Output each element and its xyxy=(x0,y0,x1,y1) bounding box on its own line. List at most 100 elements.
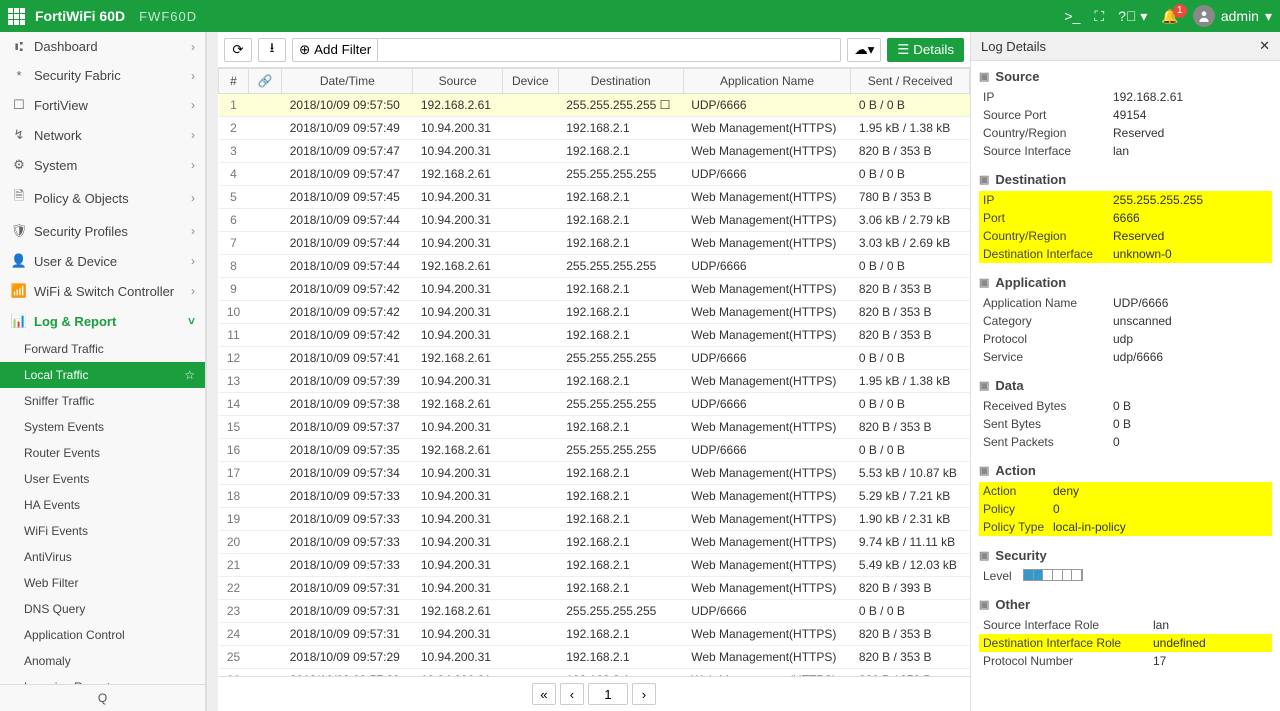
column-header[interactable]: Source xyxy=(413,69,503,94)
table-row[interactable]: 222018/10/09 09:57:3110.94.200.31192.168… xyxy=(219,577,970,600)
sidebar-sub-sniffer-traffic[interactable]: Sniffer Traffic xyxy=(0,388,205,414)
details-button[interactable]: ☰ Details xyxy=(887,38,964,62)
section-destination[interactable]: Destination xyxy=(979,172,1272,187)
table-row[interactable]: 12018/10/09 09:57:50192.168.2.61255.255.… xyxy=(219,94,970,117)
sidebar-sub-local-traffic[interactable]: Local Traffic☆ xyxy=(0,362,205,388)
section-action[interactable]: Action xyxy=(979,463,1272,478)
table-row[interactable]: 202018/10/09 09:57:3310.94.200.31192.168… xyxy=(219,531,970,554)
table-row[interactable]: 92018/10/09 09:57:4210.94.200.31192.168.… xyxy=(219,278,970,301)
close-icon[interactable]: ✕ xyxy=(1259,38,1270,54)
refresh-button[interactable]: ⟳ xyxy=(224,38,252,62)
section-other[interactable]: Other xyxy=(979,597,1272,612)
row-device xyxy=(502,324,558,347)
page-input[interactable] xyxy=(588,683,628,705)
fullscreen-icon[interactable]: ⛶ xyxy=(1094,8,1104,25)
row-num: 17 xyxy=(219,462,249,485)
user-menu[interactable]: admin ▾ xyxy=(1193,5,1272,27)
table-row[interactable]: 32018/10/09 09:57:4710.94.200.31192.168.… xyxy=(219,140,970,163)
log-table-wrap[interactable]: #🔗Date/TimeSourceDeviceDestinationApplic… xyxy=(218,68,970,676)
row-sentrecv: 0 B / 0 B xyxy=(851,163,970,186)
sidebar-sub-application-control[interactable]: Application Control xyxy=(0,622,205,648)
table-row[interactable]: 242018/10/09 09:57:3110.94.200.31192.168… xyxy=(219,623,970,646)
sidebar-item-wifi-switch-controller[interactable]: 📶WiFi & Switch Controller› xyxy=(0,276,205,306)
column-header[interactable]: Destination xyxy=(558,69,683,94)
row-app: Web Management(HTTPS) xyxy=(683,623,851,646)
table-row[interactable]: 22018/10/09 09:57:4910.94.200.31192.168.… xyxy=(219,117,970,140)
next-page-button[interactable]: › xyxy=(632,683,656,705)
first-page-button[interactable]: « xyxy=(532,683,556,705)
table-row[interactable]: 182018/10/09 09:57:3310.94.200.31192.168… xyxy=(219,485,970,508)
table-row[interactable]: 252018/10/09 09:57:2910.94.200.31192.168… xyxy=(219,646,970,669)
bell-icon[interactable]: 🔔1 xyxy=(1161,8,1178,25)
table-row[interactable]: 172018/10/09 09:57:3410.94.200.31192.168… xyxy=(219,462,970,485)
table-row[interactable]: 192018/10/09 09:57:3310.94.200.31192.168… xyxy=(219,508,970,531)
row-device xyxy=(502,278,558,301)
sidebar-sub-antivirus[interactable]: AntiVirus xyxy=(0,544,205,570)
view-options-button[interactable]: ☁▾ xyxy=(847,38,881,62)
sidebar-item-log-report[interactable]: 📊Log & Report˅ xyxy=(0,306,205,336)
table-row[interactable]: 142018/10/09 09:57:38192.168.2.61255.255… xyxy=(219,393,970,416)
column-header[interactable]: Device xyxy=(502,69,558,94)
sidebar-item-label: Policy & Objects xyxy=(34,191,129,206)
table-row[interactable]: 262018/10/09 09:57:2910.94.200.31192.168… xyxy=(219,669,970,677)
sidebar-sub-wifi-events[interactable]: WiFi Events xyxy=(0,518,205,544)
sidebar-sub-router-events[interactable]: Router Events xyxy=(0,440,205,466)
table-row[interactable]: 102018/10/09 09:57:4210.94.200.31192.168… xyxy=(219,301,970,324)
filter-input[interactable] xyxy=(377,38,841,62)
column-header[interactable]: 🔗 xyxy=(249,69,282,94)
table-row[interactable]: 162018/10/09 09:57:35192.168.2.61255.255… xyxy=(219,439,970,462)
download-button[interactable]: ⭳ xyxy=(258,38,286,62)
sidebar-item-security-fabric[interactable]: *Security Fabric› xyxy=(0,61,205,90)
table-row[interactable]: 62018/10/09 09:57:4410.94.200.31192.168.… xyxy=(219,209,970,232)
cli-icon[interactable]: >_ xyxy=(1064,8,1080,24)
prev-page-button[interactable]: ‹ xyxy=(560,683,584,705)
section-data[interactable]: Data xyxy=(979,378,1272,393)
table-row[interactable]: 212018/10/09 09:57:3310.94.200.31192.168… xyxy=(219,554,970,577)
sidebar-item-policy-objects[interactable]: 🗎Policy & Objects› xyxy=(0,180,205,216)
row-sentrecv: 5.29 kB / 7.21 kB xyxy=(851,485,970,508)
table-row[interactable]: 52018/10/09 09:57:4510.94.200.31192.168.… xyxy=(219,186,970,209)
column-header[interactable]: Application Name xyxy=(683,69,851,94)
table-row[interactable]: 112018/10/09 09:57:4210.94.200.31192.168… xyxy=(219,324,970,347)
sidebar-item-system[interactable]: ⚙System› xyxy=(0,150,205,180)
table-row[interactable]: 232018/10/09 09:57:31192.168.2.61255.255… xyxy=(219,600,970,623)
section-source[interactable]: Source xyxy=(979,69,1272,84)
sidebar-item-fortiview[interactable]: ☐FortiView› xyxy=(0,90,205,120)
sidebar-search-button[interactable]: Q xyxy=(0,684,205,711)
row-attach xyxy=(249,531,282,554)
sidebar-item-dashboard[interactable]: ⑆Dashboard› xyxy=(0,32,205,61)
sidebar-sub-dns-query[interactable]: DNS Query xyxy=(0,596,205,622)
column-header[interactable]: Sent / Received xyxy=(851,69,970,94)
row-num: 5 xyxy=(219,186,249,209)
table-row[interactable]: 152018/10/09 09:57:3710.94.200.31192.168… xyxy=(219,416,970,439)
star-icon[interactable]: ☆ xyxy=(184,368,195,382)
sidebar-sub-web-filter[interactable]: Web Filter xyxy=(0,570,205,596)
column-header[interactable]: # xyxy=(219,69,249,94)
logo[interactable]: FortiWiFi 60D FWF60D xyxy=(8,8,197,25)
sidebar-item-user-device[interactable]: 👤User & Device› xyxy=(0,246,205,276)
sidebar-item-network[interactable]: ↯Network› xyxy=(0,120,205,150)
sidebar-scrollbar[interactable] xyxy=(206,32,218,711)
row-sentrecv: 820 B / 353 B xyxy=(851,623,970,646)
table-row[interactable]: 132018/10/09 09:57:3910.94.200.31192.168… xyxy=(219,370,970,393)
section-application[interactable]: Application xyxy=(979,275,1272,290)
add-filter-button[interactable]: ⊕Add Filter xyxy=(292,38,377,62)
row-sentrecv: 820 B / 353 B xyxy=(851,324,970,347)
row-source: 10.94.200.31 xyxy=(413,117,503,140)
row-num: 10 xyxy=(219,301,249,324)
help-icon[interactable]: ?⃝ ▾ xyxy=(1118,8,1147,25)
row-sentrecv: 1.95 kB / 1.38 kB xyxy=(851,117,970,140)
row-attach xyxy=(249,416,282,439)
sidebar-item-security-profiles[interactable]: 🛡Security Profiles› xyxy=(0,216,205,246)
sidebar-sub-ha-events[interactable]: HA Events xyxy=(0,492,205,518)
column-header[interactable]: Date/Time xyxy=(282,69,413,94)
table-row[interactable]: 122018/10/09 09:57:41192.168.2.61255.255… xyxy=(219,347,970,370)
table-row[interactable]: 82018/10/09 09:57:44192.168.2.61255.255.… xyxy=(219,255,970,278)
sidebar-sub-system-events[interactable]: System Events xyxy=(0,414,205,440)
table-row[interactable]: 72018/10/09 09:57:4410.94.200.31192.168.… xyxy=(219,232,970,255)
sidebar-sub-forward-traffic[interactable]: Forward Traffic xyxy=(0,336,205,362)
table-row[interactable]: 42018/10/09 09:57:47192.168.2.61255.255.… xyxy=(219,163,970,186)
sidebar-sub-anomaly[interactable]: Anomaly xyxy=(0,648,205,674)
section-security[interactable]: Security xyxy=(979,548,1272,563)
sidebar-sub-user-events[interactable]: User Events xyxy=(0,466,205,492)
